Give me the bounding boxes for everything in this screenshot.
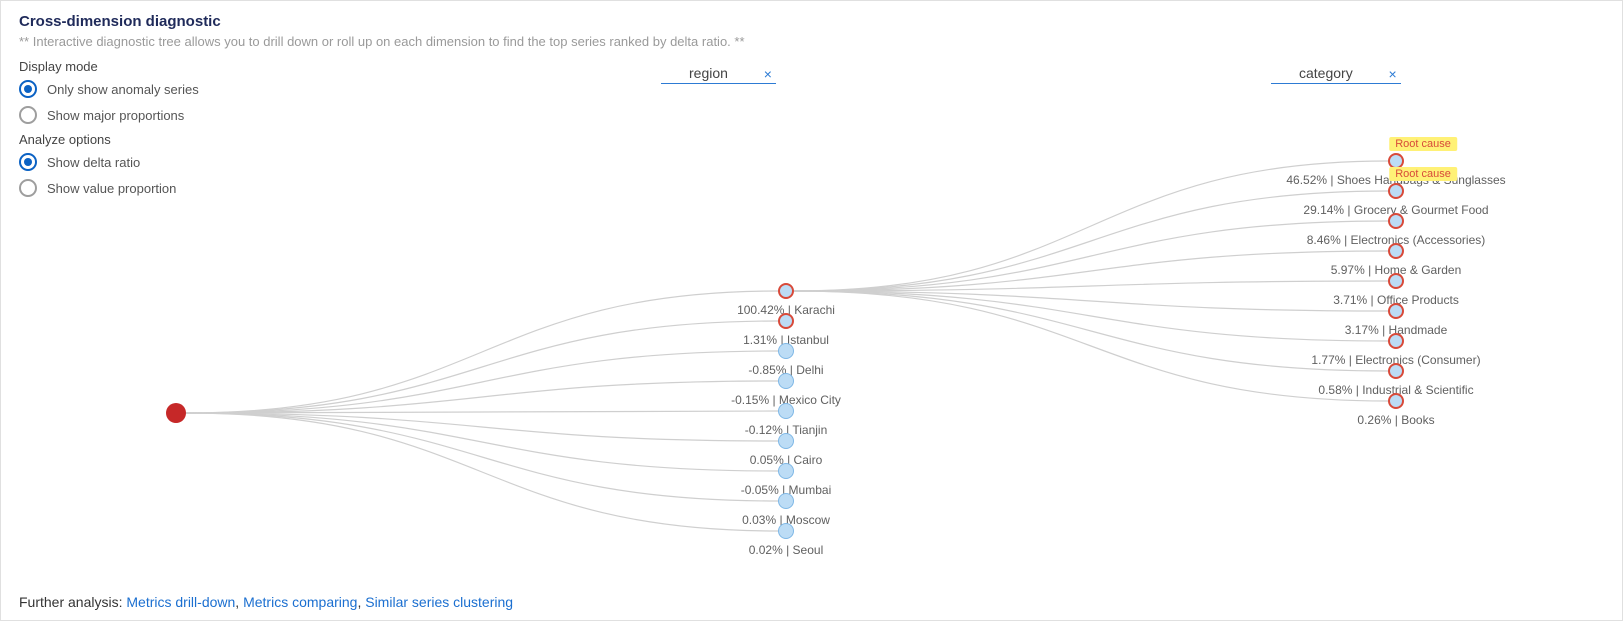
category-node-1[interactable]: 29.14% | Grocery & Gourmet FoodRoot caus… (1388, 183, 1404, 199)
further-analysis-row: Further analysis: Metrics drill-down, Me… (19, 594, 513, 610)
link-metrics-drilldown[interactable]: Metrics drill-down (126, 594, 235, 610)
region-node-1[interactable]: 1.31% | Istanbul (778, 313, 794, 329)
radio-icon[interactable] (19, 179, 37, 197)
dimension-name: category (1299, 65, 1353, 81)
region-node-8[interactable]: 0.02% | Seoul (778, 523, 794, 539)
tree-node-dot[interactable] (1388, 243, 1404, 259)
tree-node-dot[interactable] (778, 313, 794, 329)
category-node-6[interactable]: 1.77% | Electronics (Consumer) (1388, 333, 1404, 349)
region-node-6[interactable]: -0.05% | Mumbai (778, 463, 794, 479)
further-analysis-label: Further analysis: (19, 594, 126, 610)
tree-node-dot[interactable] (778, 523, 794, 539)
link-similar-series-clustering[interactable]: Similar series clustering (365, 594, 513, 610)
tree-root-node[interactable] (166, 403, 186, 423)
tree-node-dot[interactable] (778, 343, 794, 359)
analyze-options-option-0[interactable]: Show delta ratio (19, 153, 1604, 171)
category-node-8[interactable]: 0.26% | Books (1388, 393, 1404, 409)
tree-node-label: 0.02% | Seoul (749, 543, 824, 557)
dimension-header-region[interactable]: region × (661, 65, 776, 84)
radio-label: Only show anomaly series (47, 82, 199, 97)
category-node-2[interactable]: 8.46% | Electronics (Accessories) (1388, 213, 1404, 229)
category-node-7[interactable]: 0.58% | Industrial & Scientific (1388, 363, 1404, 379)
tree-node-dot[interactable] (778, 463, 794, 479)
tree-node-dot[interactable] (778, 493, 794, 509)
tree-node-dot[interactable] (778, 433, 794, 449)
category-node-5[interactable]: 3.17% | Handmade (1388, 303, 1404, 319)
tree-node-dot[interactable] (1388, 303, 1404, 319)
category-node-3[interactable]: 5.97% | Home & Garden (1388, 243, 1404, 259)
tree-node-dot[interactable] (778, 373, 794, 389)
region-node-0[interactable]: 100.42% | Karachi (778, 283, 794, 299)
radio-label: Show delta ratio (47, 155, 140, 170)
tree-node-dot[interactable] (1388, 183, 1404, 199)
link-metrics-comparing[interactable]: Metrics comparing (243, 594, 357, 610)
tree-node-label: 0.26% | Books (1357, 413, 1434, 427)
tree-node-dot[interactable] (1388, 273, 1404, 289)
close-icon[interactable]: × (1389, 66, 1397, 82)
tree-node-dot[interactable] (778, 403, 794, 419)
region-node-3[interactable]: -0.15% | Mexico City (778, 373, 794, 389)
tree-node-dot[interactable] (1388, 213, 1404, 229)
region-node-4[interactable]: -0.12% | Tianjin (778, 403, 794, 419)
tree-node-dot[interactable] (1388, 393, 1404, 409)
radio-label: Show major proportions (47, 108, 184, 123)
category-node-4[interactable]: 3.71% | Office Products (1388, 273, 1404, 289)
dimension-header-category[interactable]: category × (1271, 65, 1401, 84)
analyze-options-label: Analyze options (19, 132, 1604, 147)
root-cause-badge: Root cause (1389, 167, 1457, 181)
tree-node-dot[interactable] (166, 403, 186, 423)
root-cause-badge: Root cause (1389, 137, 1457, 151)
region-node-5[interactable]: 0.05% | Cairo (778, 433, 794, 449)
tree-node-dot[interactable] (1388, 363, 1404, 379)
panel-subtitle: ** Interactive diagnostic tree allows yo… (19, 34, 1604, 49)
radio-icon[interactable] (19, 153, 37, 171)
radio-label: Show value proportion (47, 181, 176, 196)
dimension-name: region (689, 65, 728, 81)
tree-node-dot[interactable] (778, 283, 794, 299)
radio-icon[interactable] (19, 106, 37, 124)
radio-icon[interactable] (19, 80, 37, 98)
region-node-7[interactable]: 0.03% | Moscow (778, 493, 794, 509)
display-mode-option-1[interactable]: Show major proportions (19, 106, 1604, 124)
close-icon[interactable]: × (764, 66, 772, 82)
tree-node-dot[interactable] (1388, 333, 1404, 349)
diagnostic-panel: Cross-dimension diagnostic ** Interactiv… (0, 0, 1623, 621)
region-node-2[interactable]: -0.85% | Delhi (778, 343, 794, 359)
panel-title: Cross-dimension diagnostic (19, 13, 1604, 30)
